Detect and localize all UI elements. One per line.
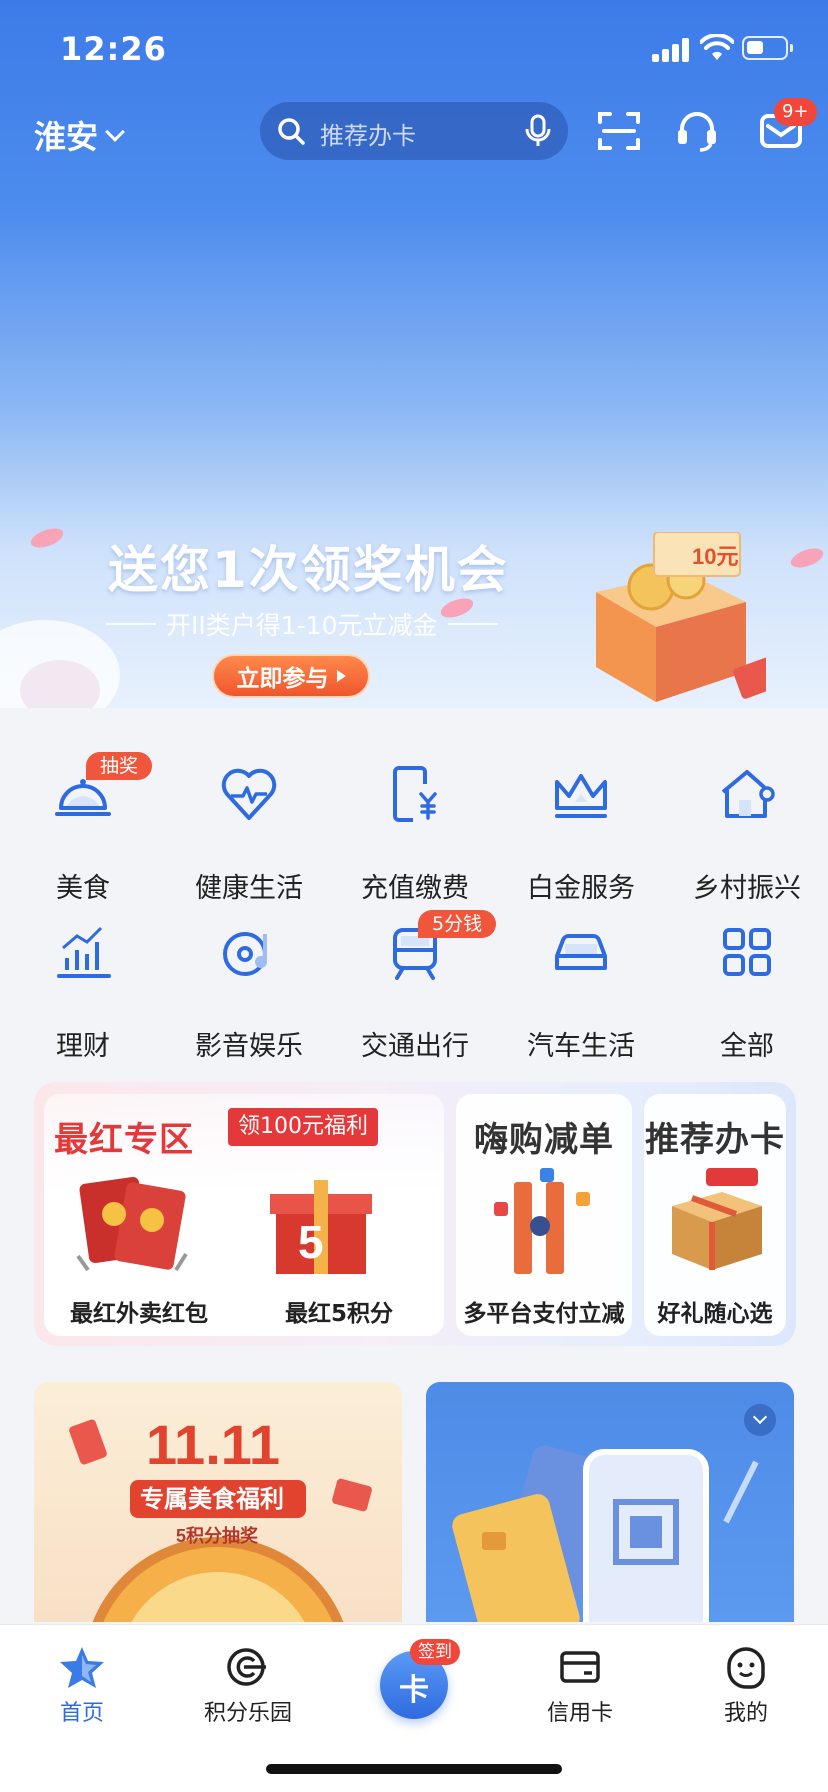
grid-icon [723, 928, 771, 976]
hottest-zone[interactable]: 最红专区 领100元福利 最红外卖红包 5 最红5积分 [44, 1094, 444, 1336]
tab-mine[interactable]: 我的 [676, 1645, 816, 1745]
service-label: 白金服务 [527, 873, 635, 904]
service-rural[interactable]: 乡村振兴 [664, 764, 828, 914]
service-label: 理财 [56, 1031, 110, 1062]
banner-title: 送您1次领奖机会 [108, 541, 509, 599]
service-label: 充值缴费 [361, 873, 469, 904]
tab-label: 首页 [59, 1701, 104, 1726]
tab-credit-card[interactable]: 信用卡 [510, 1645, 650, 1745]
item-caption: 最红外卖红包 [70, 1301, 208, 1327]
service-health[interactable]: 健康生活 [166, 764, 332, 914]
status-bar: 12:26 [0, 0, 828, 100]
service-label: 美食 [56, 873, 110, 904]
chevron-down-icon [105, 122, 125, 142]
banner-subtitle: 开II类户得1-10元立减金 [96, 606, 508, 642]
service-transport[interactable]: 5分钱 交通出行 [332, 910, 498, 1072]
crown-icon [555, 774, 607, 818]
wifi-icon [700, 34, 734, 60]
service-recharge[interactable]: 充值缴费 [332, 764, 498, 914]
service-label: 健康生活 [195, 873, 303, 904]
shopping-caption: 多平台支付立减 [463, 1301, 625, 1327]
tab-label: 信用卡 [546, 1701, 613, 1726]
status-time: 12:26 [60, 30, 167, 68]
service-wealth[interactable]: 理财 [0, 922, 166, 1072]
play-arrow-icon [336, 670, 346, 682]
home-indicator [266, 1764, 562, 1774]
tab-label: 积分乐园 [203, 1701, 292, 1726]
join-now-button[interactable]: 立即参与 [212, 654, 370, 698]
zone-title: 最红专区 [54, 1120, 194, 1160]
hero-header: 12:26 淮安 推荐办卡 9+ 送您1次领奖机会 开II类户得1-10元立减金… [0, 0, 828, 708]
service-label: 汽车生活 [527, 1031, 635, 1062]
card-note: 5积分抽奖 [176, 1525, 259, 1546]
discount-tag: 5分钱 [418, 910, 497, 938]
battery-icon [742, 36, 793, 60]
service-label: 乡村振兴 [693, 873, 801, 904]
house-icon [721, 770, 775, 818]
service-entertainment[interactable]: 影音娱乐 [166, 922, 332, 1072]
message-badge: 9+ [774, 98, 817, 126]
card-subtitle: 专属美食福利 [140, 1485, 284, 1513]
promo-card: 最红专区 领100元福利 最红外卖红包 5 最红5积分 嗨购减单 多平台支付立减… [34, 1082, 796, 1346]
tab-home[interactable]: 首页 [12, 1645, 152, 1745]
tab-points-park[interactable]: 积分乐园 [178, 1645, 318, 1745]
microphone-icon[interactable] [522, 114, 554, 148]
heart-pulse-icon [221, 768, 277, 820]
service-all[interactable]: 全部 [664, 922, 828, 1072]
service-food[interactable]: 抽奖 美食 [0, 752, 166, 914]
tab-label: 我的 [723, 1701, 768, 1726]
join-now-label: 立即参与 [236, 666, 329, 692]
card-title: 11.11 [146, 1413, 280, 1476]
service-label: 全部 [720, 1031, 774, 1062]
service-label: 交通出行 [361, 1031, 469, 1062]
svg-text:5: 5 [298, 1216, 324, 1268]
music-disc-icon [223, 932, 267, 976]
petal-decoration [788, 544, 826, 572]
signal-icon [652, 38, 692, 62]
points-icon [227, 1648, 266, 1686]
shopping-card[interactable]: 嗨购减单 多平台支付立减 [456, 1094, 632, 1336]
service-car[interactable]: 汽车生活 [498, 922, 664, 1072]
service-label: 影音娱乐 [195, 1031, 303, 1062]
gift-five-illustration: 5 [270, 1180, 372, 1274]
zone-tag: 领100元福利 [228, 1108, 378, 1146]
gift-box-illustration: 10元 [566, 532, 766, 702]
recommend-caption: 好礼随心选 [657, 1301, 773, 1327]
credit-card-icon [560, 1651, 600, 1683]
search-icon [278, 118, 305, 145]
recommend-card[interactable]: 推荐办卡 好礼随心选 [644, 1094, 786, 1336]
customer-service-icon[interactable] [674, 108, 720, 154]
search-placeholder: 推荐办卡 [320, 122, 416, 150]
home-star-icon [60, 1647, 104, 1688]
shopping-title: 嗨购减单 [474, 1120, 614, 1160]
service-platinum[interactable]: 白金服务 [498, 764, 664, 914]
center-text: 卡 [399, 1673, 429, 1708]
car-icon [555, 934, 607, 970]
red-envelope-illustration [76, 1176, 188, 1272]
scan-icon[interactable] [596, 108, 642, 154]
profile-face-icon [727, 1647, 765, 1689]
item-caption: 最红5积分 [284, 1301, 393, 1327]
city-selector[interactable]: 淮安 [34, 112, 125, 158]
credit-card-promo[interactable] [426, 1382, 794, 1622]
lottery-tag: 抽奖 [86, 752, 153, 780]
food-benefit-illustration: 11.11 专属美食福利 5积分抽奖 [69, 1413, 372, 1622]
double-eleven-food-card[interactable]: 11.11 专属美食福利 5积分抽奖 [34, 1382, 402, 1622]
sign-badge: 签到 [410, 1639, 460, 1665]
recommend-title: 推荐办卡 [645, 1120, 785, 1160]
gift-box-icon [672, 1168, 762, 1270]
double-eleven-illustration [494, 1168, 590, 1274]
petal-decoration [28, 524, 66, 552]
city-name: 淮安 [34, 118, 99, 156]
chart-bars-icon [57, 926, 111, 978]
phone-yuan-icon [393, 766, 437, 822]
banner-subtitle-text: 开II类户得1-10元立减金 [166, 611, 438, 640]
coupon-text: 10元 [692, 544, 738, 569]
search-bar[interactable]: 推荐办卡 [260, 102, 568, 160]
credit-card-illustration [452, 1445, 759, 1622]
